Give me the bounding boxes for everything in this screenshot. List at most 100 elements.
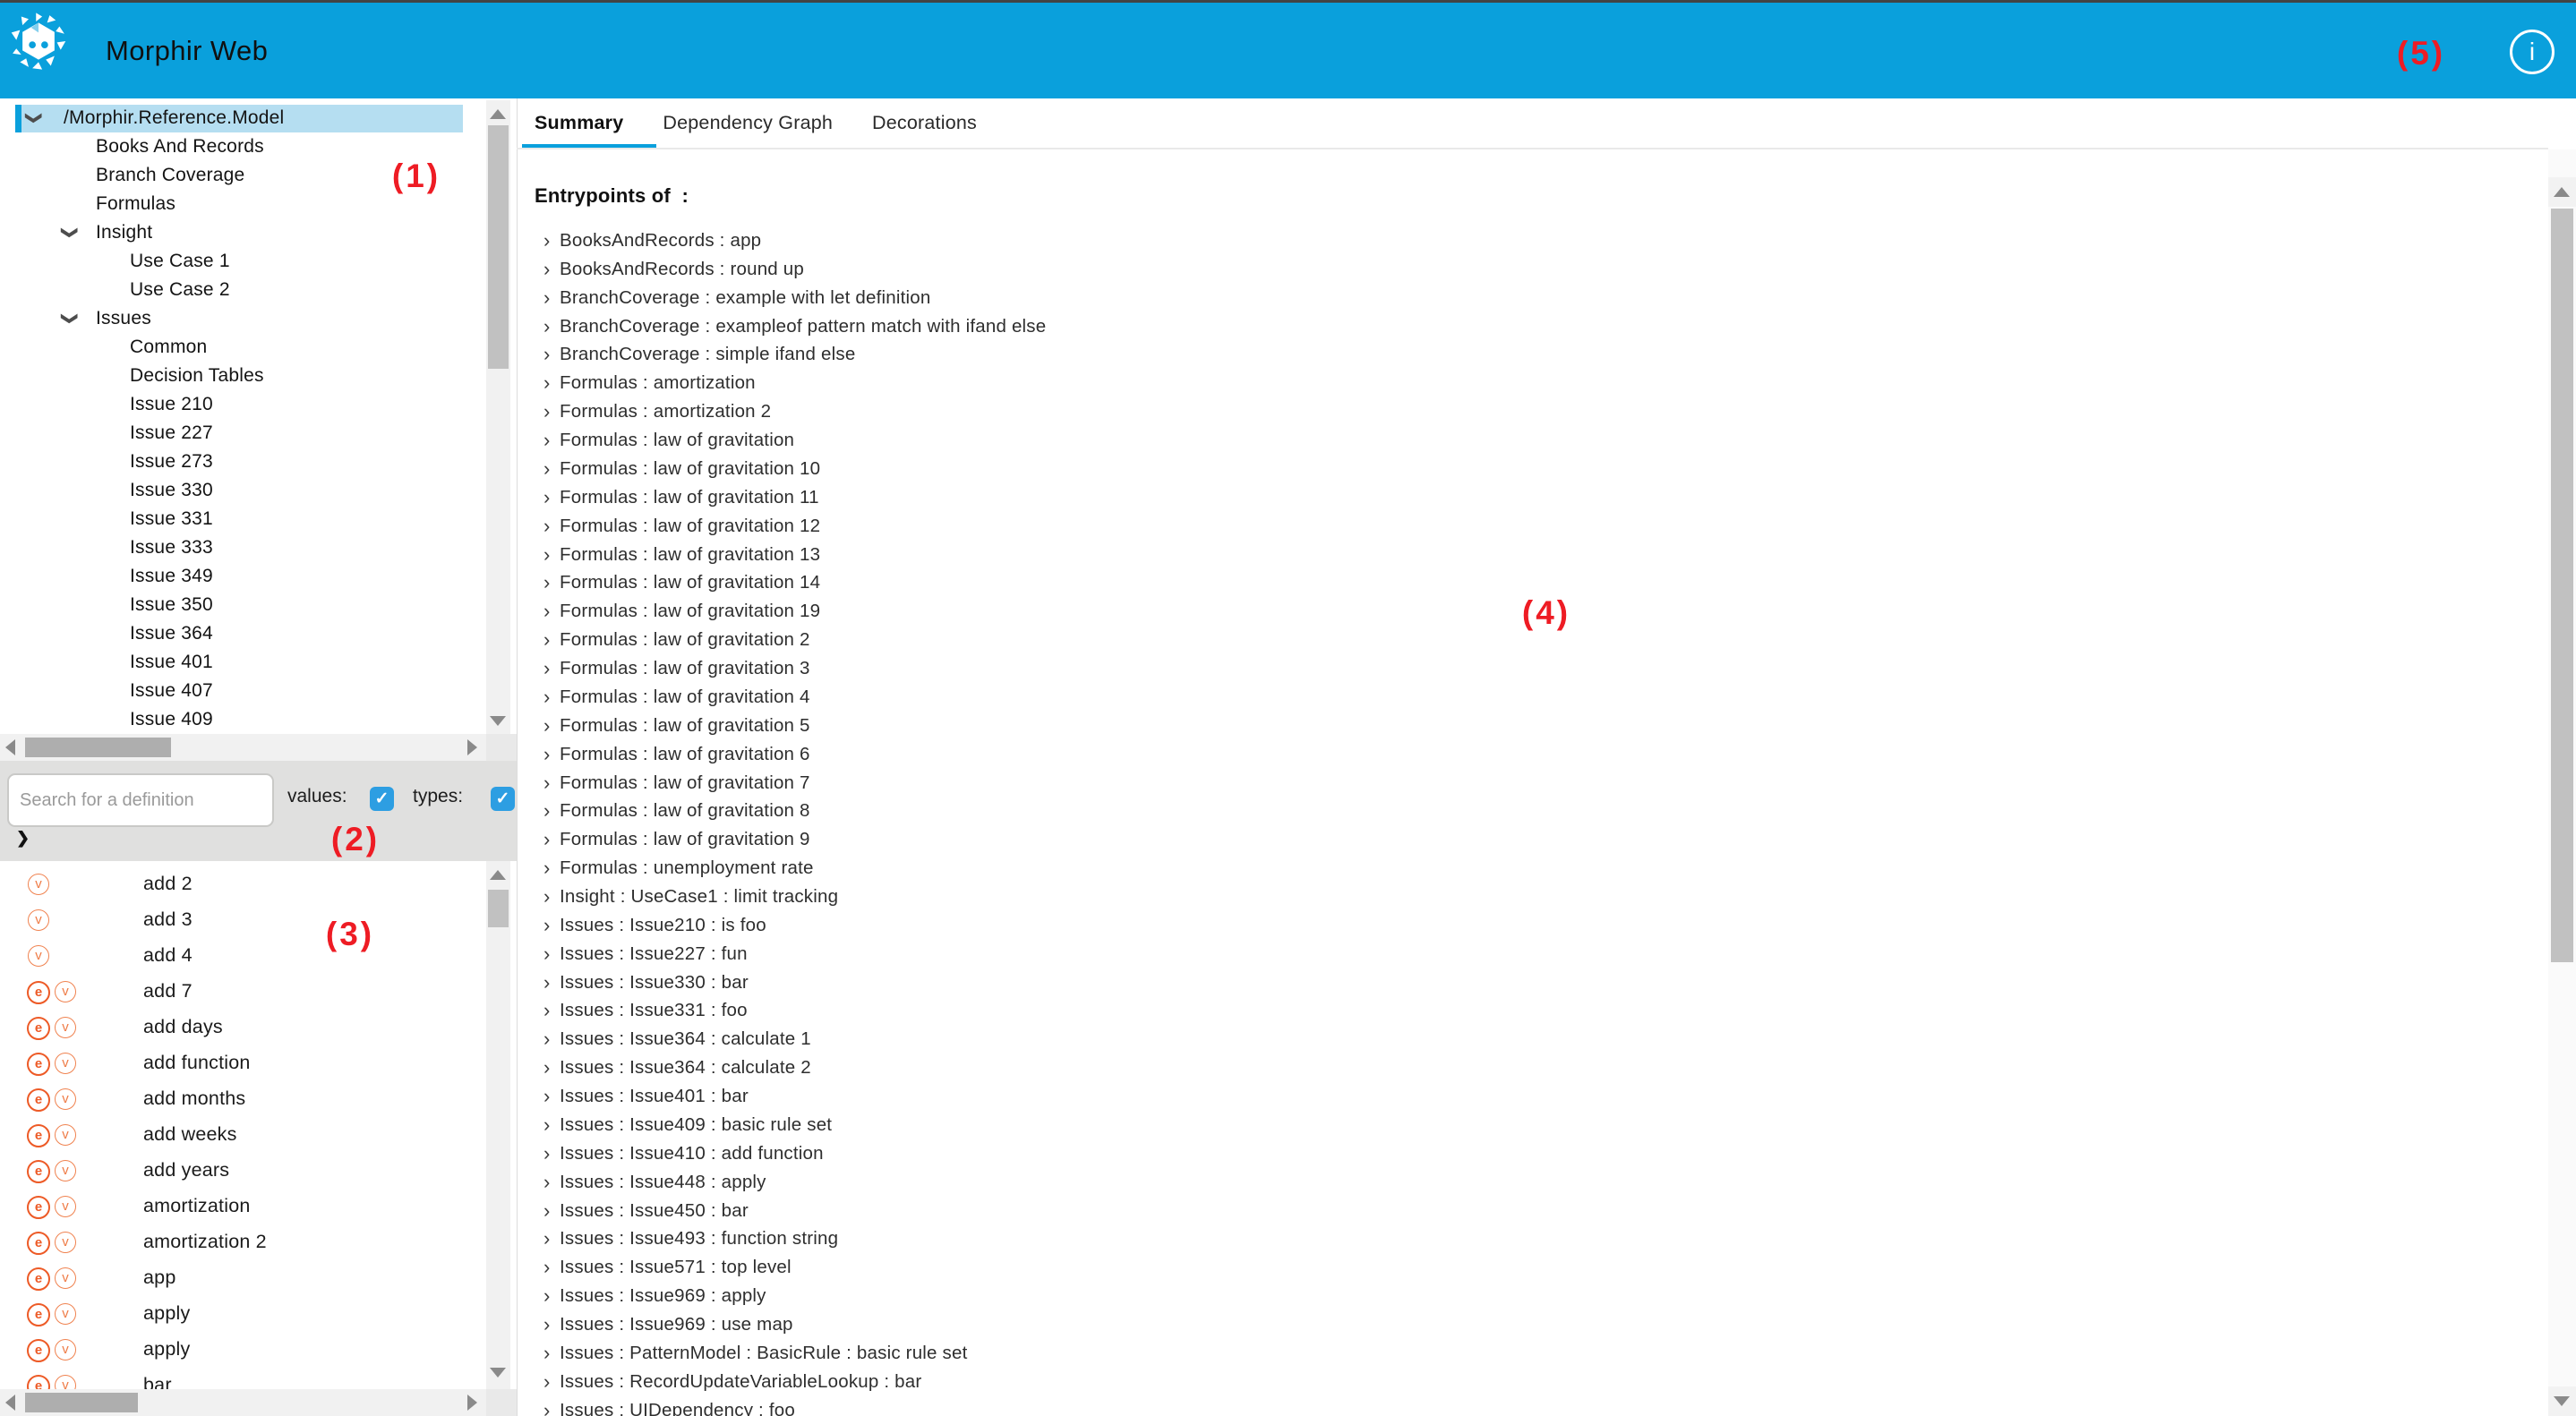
tree-vertical-scrollbar[interactable] xyxy=(486,100,510,734)
chevron-down-icon[interactable] xyxy=(64,304,83,333)
definition-item[interactable]: evadd 7 xyxy=(0,974,486,1008)
entrypoint-row[interactable]: ›BooksAndRecords : round up xyxy=(517,255,2486,283)
chevron-down-icon[interactable] xyxy=(28,104,47,132)
entrypoint-row[interactable]: ›Formulas : law of gravitation 19 xyxy=(517,597,2486,625)
definition-hscroll-thumb[interactable] xyxy=(25,1393,138,1412)
definition-item[interactable]: evadd months xyxy=(0,1081,486,1115)
entrypoint-row[interactable]: ›Issues : RecordUpdateVariableLookup : b… xyxy=(517,1368,2486,1395)
entrypoint-row[interactable]: ›BranchCoverage : example with let defin… xyxy=(517,284,2486,311)
scroll-down-arrow-icon[interactable] xyxy=(490,716,506,726)
entrypoint-row[interactable]: ›Formulas : law of gravitation 8 xyxy=(517,797,2486,824)
entrypoint-row[interactable]: ›Formulas : amortization xyxy=(517,369,2486,397)
tree-item[interactable]: Issue 407 xyxy=(0,677,486,705)
entrypoint-row[interactable]: ›Issues : Issue364 : calculate 2 xyxy=(517,1053,2486,1081)
entrypoint-row[interactable]: ›Issues : Issue571 : top level xyxy=(517,1253,2486,1281)
entrypoint-row[interactable]: ›Formulas : law of gravitation 13 xyxy=(517,541,2486,568)
entrypoint-row[interactable]: ›Formulas : law of gravitation 10 xyxy=(517,455,2486,482)
entrypoint-row[interactable]: ›Formulas : law of gravitation 11 xyxy=(517,483,2486,511)
entrypoint-row[interactable]: ›BranchCoverage : exampleof pattern matc… xyxy=(517,312,2486,340)
entrypoint-row[interactable]: ›Issues : Issue210 : is foo xyxy=(517,911,2486,939)
tree-item[interactable]: Issue 409 xyxy=(0,705,486,734)
definition-item[interactable]: vadd 4 xyxy=(0,938,486,972)
tab-decorations[interactable]: Decorations xyxy=(872,112,977,134)
values-checkbox[interactable]: ✓ xyxy=(370,787,394,811)
entrypoint-row[interactable]: ›Issues : Issue450 : bar xyxy=(517,1197,2486,1224)
entrypoint-row[interactable]: ›Formulas : law of gravitation 2 xyxy=(517,626,2486,653)
tree-item[interactable]: Issues xyxy=(0,304,486,333)
tree-item[interactable]: Issue 210 xyxy=(0,390,486,419)
scroll-up-arrow-icon[interactable] xyxy=(490,870,506,880)
definition-item[interactable]: evamortization 2 xyxy=(0,1224,486,1258)
entrypoint-row[interactable]: ›Insight : UseCase1 : limit tracking xyxy=(517,883,2486,910)
entrypoint-row[interactable]: ›Issues : Issue969 : use map xyxy=(517,1310,2486,1338)
definition-scroll-thumb[interactable] xyxy=(488,890,509,927)
tree-scroll-thumb[interactable] xyxy=(488,125,509,369)
definition-item[interactable]: evadd years xyxy=(0,1153,486,1187)
entrypoint-row[interactable]: ›Issues : Issue364 : calculate 1 xyxy=(517,1025,2486,1053)
entrypoint-row[interactable]: ›Issues : Issue969 : apply xyxy=(517,1282,2486,1309)
entrypoint-row[interactable]: ›Issues : Issue448 : apply xyxy=(517,1168,2486,1196)
entrypoint-row[interactable]: ›Issues : Issue410 : add function xyxy=(517,1139,2486,1167)
main-scroll-thumb[interactable] xyxy=(2551,209,2573,962)
tree-item[interactable]: Issue 364 xyxy=(0,619,486,648)
tree-item[interactable]: Issue 330 xyxy=(0,476,486,505)
main-vertical-scrollbar[interactable] xyxy=(2548,149,2576,1416)
tree-item[interactable]: Issue 227 xyxy=(0,419,486,448)
definition-item[interactable]: evapply xyxy=(0,1296,486,1330)
scroll-down-arrow-icon[interactable] xyxy=(490,1368,506,1378)
definition-item[interactable]: evadd weeks xyxy=(0,1117,486,1151)
info-icon[interactable]: i xyxy=(2510,30,2555,74)
definition-item[interactable]: vadd 3 xyxy=(0,902,486,936)
entrypoint-row[interactable]: ›Formulas : law of gravitation 7 xyxy=(517,769,2486,797)
tree-item[interactable]: Use Case 2 xyxy=(0,276,486,304)
tree-item[interactable]: Issue 401 xyxy=(0,648,486,677)
tree-item[interactable]: Common xyxy=(0,333,486,362)
entrypoint-row[interactable]: ›Formulas : law of gravitation 5 xyxy=(517,712,2486,739)
entrypoint-row[interactable]: ›BooksAndRecords : app xyxy=(517,226,2486,254)
definition-item[interactable]: evapply xyxy=(0,1332,486,1366)
tree-item[interactable]: Insight xyxy=(0,218,486,247)
chevron-down-icon[interactable] xyxy=(64,218,83,247)
tree-item[interactable]: Use Case 1 xyxy=(0,247,486,276)
entrypoint-row[interactable]: ›Formulas : law of gravitation 14 xyxy=(517,568,2486,596)
tree-item[interactable]: Issue 331 xyxy=(0,505,486,533)
tree-hscroll-thumb[interactable] xyxy=(25,738,171,757)
scroll-up-arrow-button[interactable] xyxy=(2548,177,2576,207)
entrypoint-row[interactable]: ›Issues : PatternModel : BasicRule : bas… xyxy=(517,1339,2486,1367)
tab-dependency-graph[interactable]: Dependency Graph xyxy=(663,112,833,134)
entrypoint-row[interactable]: ›Formulas : unemployment rate xyxy=(517,854,2486,882)
definition-item[interactable]: evadd days xyxy=(0,1010,486,1044)
tree-item[interactable]: /Morphir.Reference.Model xyxy=(0,104,486,132)
definition-item[interactable]: evbar xyxy=(0,1368,486,1389)
types-checkbox[interactable]: ✓ xyxy=(491,787,515,811)
scroll-left-arrow-icon[interactable] xyxy=(5,1395,15,1411)
tree-horizontal-scrollbar[interactable] xyxy=(0,734,486,761)
definition-list-vertical-scrollbar[interactable] xyxy=(486,861,510,1389)
scroll-down-arrow-button[interactable] xyxy=(2548,1386,2576,1416)
expander-chevron-icon[interactable]: ❯ xyxy=(16,829,30,848)
scroll-left-arrow-icon[interactable] xyxy=(5,739,15,755)
entrypoint-row[interactable]: ›Formulas : amortization 2 xyxy=(517,397,2486,425)
definition-item[interactable]: evadd function xyxy=(0,1045,486,1079)
entrypoint-row[interactable]: ›Issues : Issue331 : foo xyxy=(517,996,2486,1024)
scroll-up-arrow-icon[interactable] xyxy=(490,109,506,119)
entrypoint-row[interactable]: ›Issues : Issue401 : bar xyxy=(517,1082,2486,1110)
tree-item[interactable]: Decision Tables xyxy=(0,362,486,390)
entrypoint-row[interactable]: ›Issues : UIDependency : foo xyxy=(517,1396,2486,1416)
scroll-right-arrow-icon[interactable] xyxy=(467,1395,477,1411)
entrypoint-row[interactable]: ›BranchCoverage : simple ifand else xyxy=(517,340,2486,368)
scroll-right-arrow-icon[interactable] xyxy=(467,739,477,755)
tree-item[interactable]: Issue 350 xyxy=(0,591,486,619)
definition-item[interactable]: vadd 2 xyxy=(0,866,486,900)
definition-item[interactable]: evapp xyxy=(0,1260,486,1294)
entrypoint-row[interactable]: ›Issues : Issue493 : function string xyxy=(517,1224,2486,1252)
tree-item[interactable]: Issue 273 xyxy=(0,448,486,476)
tree-item[interactable]: Issue 349 xyxy=(0,562,486,591)
search-input[interactable] xyxy=(7,773,274,827)
entrypoint-row[interactable]: ›Formulas : law of gravitation 4 xyxy=(517,683,2486,711)
entrypoint-row[interactable]: ›Formulas : law of gravitation xyxy=(517,426,2486,454)
tree-item[interactable]: Issue 333 xyxy=(0,533,486,562)
definition-horizontal-scrollbar[interactable] xyxy=(0,1389,486,1416)
entrypoint-row[interactable]: ›Formulas : law of gravitation 12 xyxy=(517,512,2486,540)
entrypoint-row[interactable]: ›Formulas : law of gravitation 9 xyxy=(517,825,2486,853)
